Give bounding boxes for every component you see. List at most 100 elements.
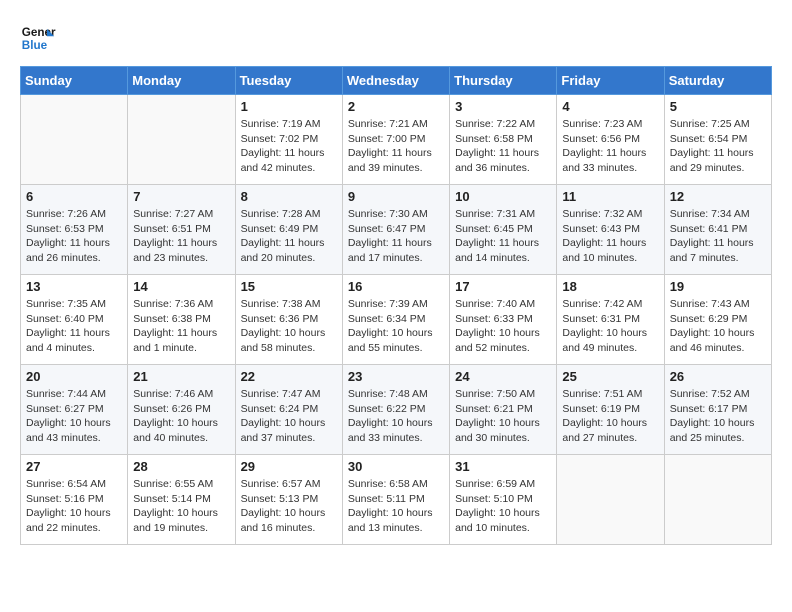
svg-text:General: General [22, 26, 56, 39]
day-number: 24 [455, 369, 551, 384]
day-number: 27 [26, 459, 122, 474]
day-info: Sunrise: 7:52 AM Sunset: 6:17 PM Dayligh… [670, 387, 766, 446]
day-info: Sunrise: 7:32 AM Sunset: 6:43 PM Dayligh… [562, 207, 658, 266]
day-number: 2 [348, 99, 444, 114]
day-info: Sunrise: 7:38 AM Sunset: 6:36 PM Dayligh… [241, 297, 337, 356]
day-number: 31 [455, 459, 551, 474]
calendar-cell: 9 Sunrise: 7:30 AM Sunset: 6:47 PM Daylig… [342, 185, 449, 275]
calendar-cell: 26 Sunrise: 7:52 AM Sunset: 6:17 PM Dayli… [664, 365, 771, 455]
calendar-cell: 14Sunrise: 7:36 AM Sunset: 6:38 PM Dayli… [128, 275, 235, 365]
day-number: 13 [26, 279, 122, 294]
day-number: 1 [241, 99, 337, 114]
calendar-cell: 22 Sunrise: 7:47 AM Sunset: 6:24 PM Dayli… [235, 365, 342, 455]
day-number: 18 [562, 279, 658, 294]
day-info: Sunrise: 7:48 AM Sunset: 6:22 PM Dayligh… [348, 387, 444, 446]
calendar-cell: 17Sunrise: 7:40 AM Sunset: 6:33 PM Dayli… [450, 275, 557, 365]
day-number: 5 [670, 99, 766, 114]
day-info: Sunrise: 7:36 AM Sunset: 6:38 PM Dayligh… [133, 297, 229, 356]
col-header-wednesday: Wednesday [342, 67, 449, 95]
day-number: 6 [26, 189, 122, 204]
day-number: 22 [241, 369, 337, 384]
day-info: Sunrise: 7:35 AM Sunset: 6:40 PM Dayligh… [26, 297, 122, 356]
calendar-cell: 5 Sunrise: 7:25 AM Sunset: 6:54 PM Daylig… [664, 95, 771, 185]
day-info: Sunrise: 7:31 AM Sunset: 6:45 PM Dayligh… [455, 207, 551, 266]
calendar-cell: 20 Sunrise: 7:44 AM Sunset: 6:27 PM Dayli… [21, 365, 128, 455]
calendar-week-4: 20 Sunrise: 7:44 AM Sunset: 6:27 PM Dayli… [21, 365, 772, 455]
day-number: 9 [348, 189, 444, 204]
calendar-cell [557, 455, 664, 545]
calendar-cell: 16Sunrise: 7:39 AM Sunset: 6:34 PM Dayli… [342, 275, 449, 365]
day-info: Sunrise: 7:28 AM Sunset: 6:49 PM Dayligh… [241, 207, 337, 266]
day-info: Sunrise: 6:55 AM Sunset: 5:14 PM Dayligh… [133, 477, 229, 536]
day-number: 25 [562, 369, 658, 384]
calendar-cell: 31 Sunrise: 6:59 AM Sunset: 5:10 PM Dayli… [450, 455, 557, 545]
col-header-tuesday: Tuesday [235, 67, 342, 95]
calendar-cell: 6 Sunrise: 7:26 AM Sunset: 6:53 PM Daylig… [21, 185, 128, 275]
day-info: Sunrise: 7:34 AM Sunset: 6:41 PM Dayligh… [670, 207, 766, 266]
day-info: Sunrise: 6:59 AM Sunset: 5:10 PM Dayligh… [455, 477, 551, 536]
day-number: 12 [670, 189, 766, 204]
day-number: 15 [241, 279, 337, 294]
day-info: Sunrise: 7:50 AM Sunset: 6:21 PM Dayligh… [455, 387, 551, 446]
day-info: Sunrise: 7:26 AM Sunset: 6:53 PM Dayligh… [26, 207, 122, 266]
svg-text:Blue: Blue [22, 39, 48, 52]
calendar-cell: 24 Sunrise: 7:50 AM Sunset: 6:21 PM Dayli… [450, 365, 557, 455]
day-number: 11 [562, 189, 658, 204]
day-info: Sunrise: 6:57 AM Sunset: 5:13 PM Dayligh… [241, 477, 337, 536]
day-info: Sunrise: 7:30 AM Sunset: 6:47 PM Dayligh… [348, 207, 444, 266]
calendar-cell: 29 Sunrise: 6:57 AM Sunset: 5:13 PM Dayli… [235, 455, 342, 545]
day-info: Sunrise: 7:47 AM Sunset: 6:24 PM Dayligh… [241, 387, 337, 446]
day-info: Sunrise: 7:21 AM Sunset: 7:00 PM Dayligh… [348, 117, 444, 176]
day-number: 21 [133, 369, 229, 384]
page-header: General Blue [20, 20, 772, 56]
day-number: 8 [241, 189, 337, 204]
calendar-cell: 7 Sunrise: 7:27 AM Sunset: 6:51 PM Daylig… [128, 185, 235, 275]
calendar-cell: 13 Sunrise: 7:35 AM Sunset: 6:40 PM Dayli… [21, 275, 128, 365]
day-info: Sunrise: 6:58 AM Sunset: 5:11 PM Dayligh… [348, 477, 444, 536]
day-number: 3 [455, 99, 551, 114]
calendar-week-2: 6 Sunrise: 7:26 AM Sunset: 6:53 PM Daylig… [21, 185, 772, 275]
calendar-cell: 8 Sunrise: 7:28 AM Sunset: 6:49 PM Daylig… [235, 185, 342, 275]
day-info: Sunrise: 7:42 AM Sunset: 6:31 PM Dayligh… [562, 297, 658, 356]
day-info: Sunrise: 7:43 AM Sunset: 6:29 PM Dayligh… [670, 297, 766, 356]
day-info: Sunrise: 7:23 AM Sunset: 6:56 PM Dayligh… [562, 117, 658, 176]
col-header-sunday: Sunday [21, 67, 128, 95]
day-number: 23 [348, 369, 444, 384]
day-info: Sunrise: 7:22 AM Sunset: 6:58 PM Dayligh… [455, 117, 551, 176]
col-header-saturday: Saturday [664, 67, 771, 95]
calendar-week-1: 1 Sunrise: 7:19 AM Sunset: 7:02 PM Daylig… [21, 95, 772, 185]
col-header-monday: Monday [128, 67, 235, 95]
calendar-cell: 1 Sunrise: 7:19 AM Sunset: 7:02 PM Daylig… [235, 95, 342, 185]
day-number: 10 [455, 189, 551, 204]
day-number: 26 [670, 369, 766, 384]
day-number: 29 [241, 459, 337, 474]
day-number: 7 [133, 189, 229, 204]
calendar-cell: 25 Sunrise: 7:51 AM Sunset: 6:19 PM Dayli… [557, 365, 664, 455]
day-info: Sunrise: 7:27 AM Sunset: 6:51 PM Dayligh… [133, 207, 229, 266]
col-header-friday: Friday [557, 67, 664, 95]
day-info: Sunrise: 7:39 AM Sunset: 6:34 PM Dayligh… [348, 297, 444, 356]
day-number: 28 [133, 459, 229, 474]
day-number: 4 [562, 99, 658, 114]
calendar-cell: 27Sunrise: 6:54 AM Sunset: 5:16 PM Dayli… [21, 455, 128, 545]
calendar-cell: 30Sunrise: 6:58 AM Sunset: 5:11 PM Dayli… [342, 455, 449, 545]
calendar-cell: 21Sunrise: 7:46 AM Sunset: 6:26 PM Dayli… [128, 365, 235, 455]
day-info: Sunrise: 7:40 AM Sunset: 6:33 PM Dayligh… [455, 297, 551, 356]
logo-icon: General Blue [20, 20, 56, 56]
day-number: 19 [670, 279, 766, 294]
day-info: Sunrise: 7:51 AM Sunset: 6:19 PM Dayligh… [562, 387, 658, 446]
calendar-cell: 28 Sunrise: 6:55 AM Sunset: 5:14 PM Dayli… [128, 455, 235, 545]
calendar-week-3: 13 Sunrise: 7:35 AM Sunset: 6:40 PM Dayli… [21, 275, 772, 365]
calendar-cell [664, 455, 771, 545]
calendar-table: SundayMondayTuesdayWednesdayThursdayFrid… [20, 66, 772, 545]
calendar-cell: 12 Sunrise: 7:34 AM Sunset: 6:41 PM Dayli… [664, 185, 771, 275]
calendar-week-5: 27Sunrise: 6:54 AM Sunset: 5:16 PM Dayli… [21, 455, 772, 545]
calendar-cell: 11 Sunrise: 7:32 AM Sunset: 6:43 PM Dayli… [557, 185, 664, 275]
calendar-cell: 15 Sunrise: 7:38 AM Sunset: 6:36 PM Dayli… [235, 275, 342, 365]
day-info: Sunrise: 7:19 AM Sunset: 7:02 PM Dayligh… [241, 117, 337, 176]
day-info: Sunrise: 7:25 AM Sunset: 6:54 PM Dayligh… [670, 117, 766, 176]
calendar-cell [21, 95, 128, 185]
day-number: 20 [26, 369, 122, 384]
day-info: Sunrise: 7:44 AM Sunset: 6:27 PM Dayligh… [26, 387, 122, 446]
calendar-cell: 19 Sunrise: 7:43 AM Sunset: 6:29 PM Dayli… [664, 275, 771, 365]
